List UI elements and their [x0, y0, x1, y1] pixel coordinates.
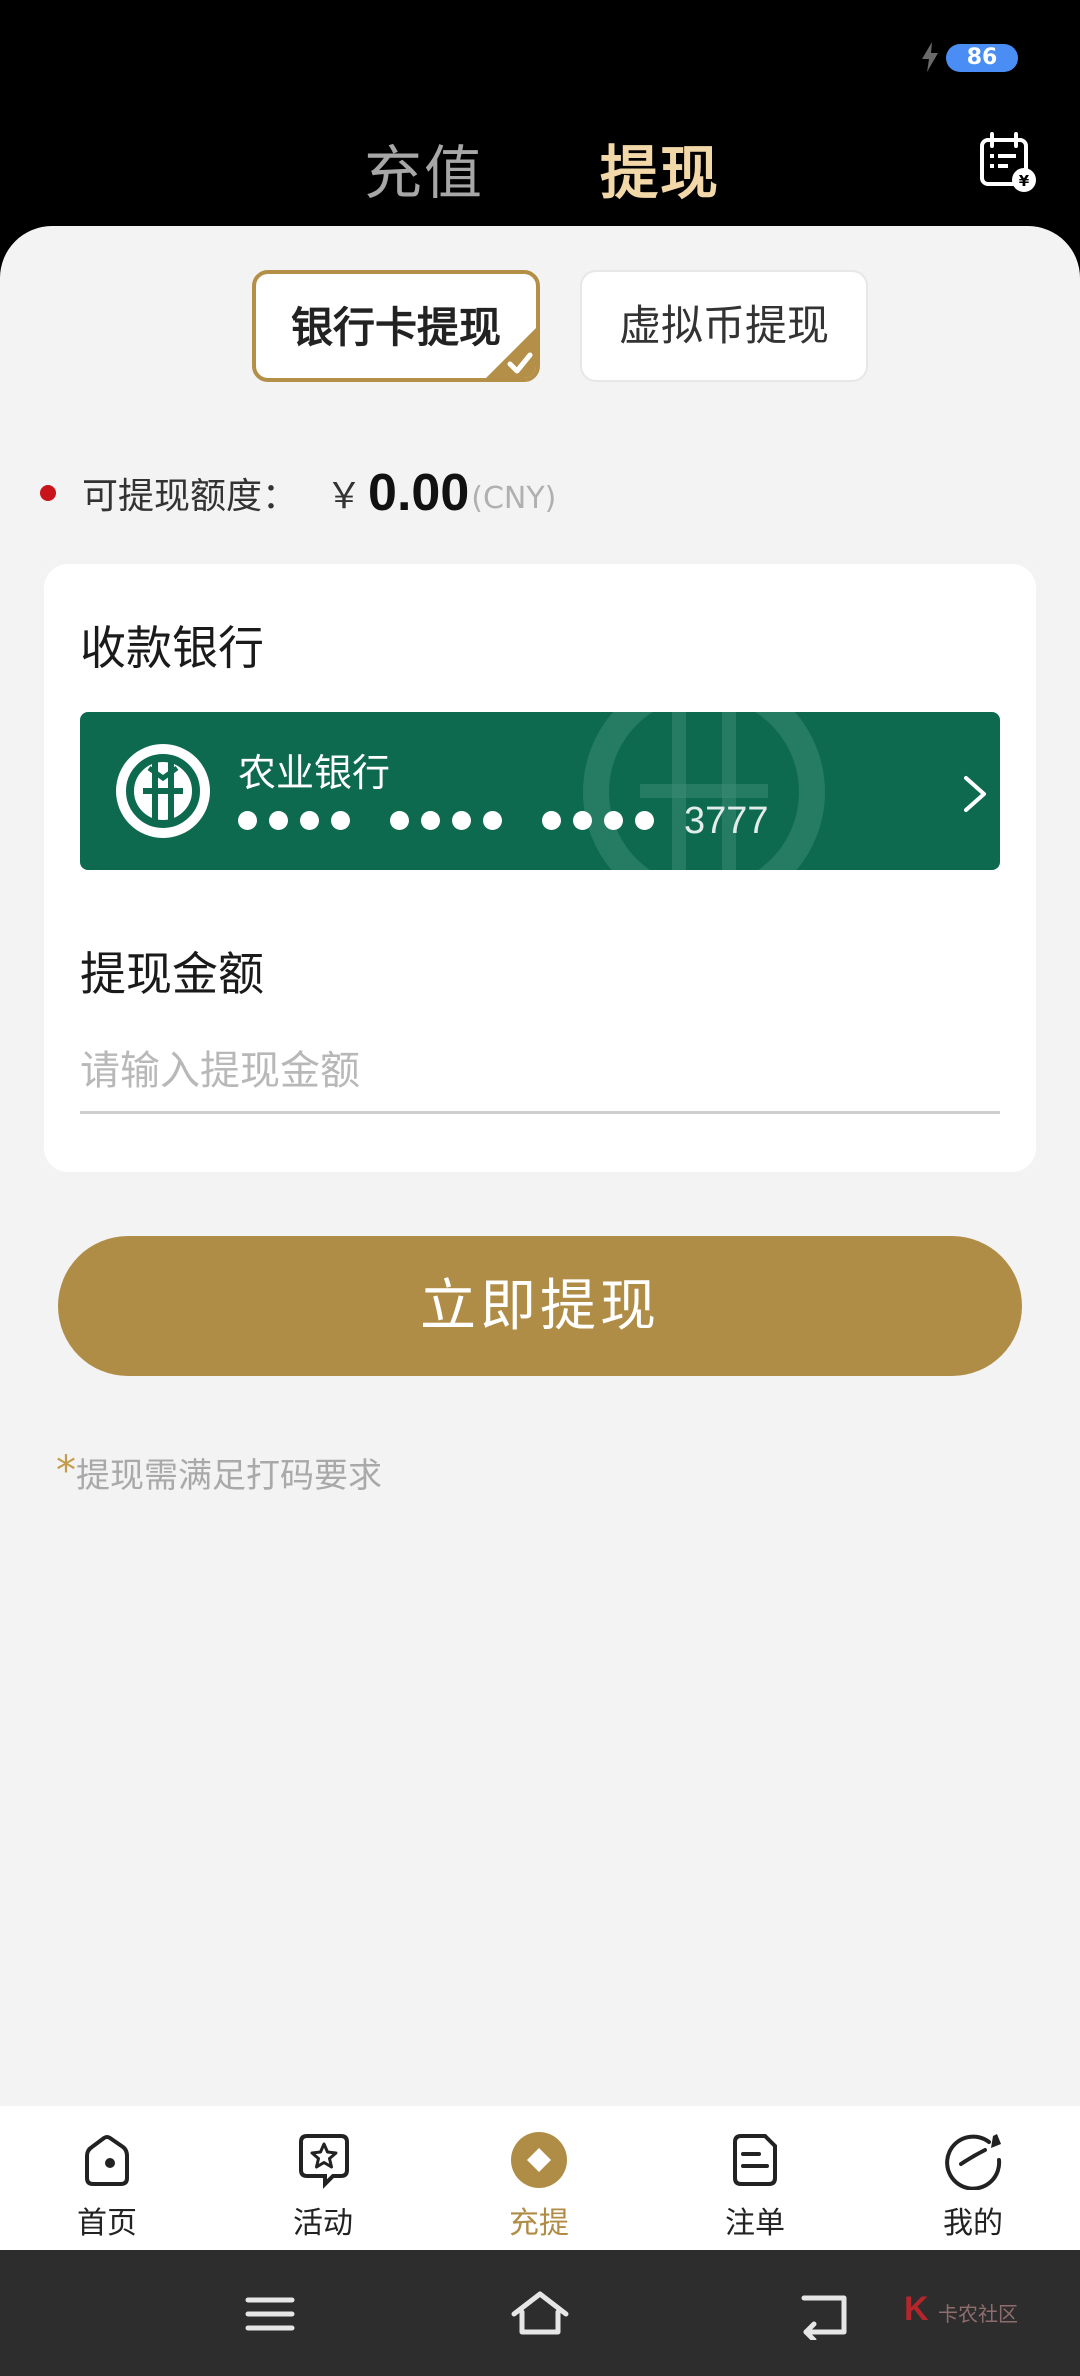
records-calendar-icon[interactable]: ¥ [978, 132, 1038, 194]
withdraw-form-card: 收款银行 农业银行 3777 提现金额 请输入提现金额 [44, 564, 1036, 1172]
home-icon [85, 2135, 129, 2186]
tab-activities-label: 活动 [293, 2206, 353, 2241]
withdraw-requirement-note: *提现需满足打码要求 [56, 1448, 382, 1497]
charging-icon [922, 42, 938, 72]
chevron-right-icon [964, 776, 986, 812]
withdraw-amount-input[interactable] [80, 1030, 1000, 1114]
withdrawable-quota: 可提现额度： ￥ 0.00 (CNY) [40, 458, 556, 528]
tab-profile[interactable]: 我的 [908, 2130, 1038, 2242]
back-icon[interactable] [796, 2288, 856, 2340]
bank-name: 农业银行 [238, 751, 391, 795]
masked-card-number [238, 808, 694, 832]
watermark-logo: K [904, 2290, 929, 2328]
header: 充值 提现 ¥ [0, 110, 1080, 230]
quota-dot [40, 485, 56, 501]
tab-home[interactable]: 首页 [42, 2130, 172, 2242]
tab-recharge[interactable]: 充值 [364, 126, 484, 210]
profile-icon [945, 2134, 1002, 2190]
tab-deposit-withdraw[interactable]: 充提 [474, 2130, 604, 2242]
watermark-text: 卡农社区 [938, 2302, 1018, 2326]
battery-level: 86 [946, 44, 1018, 72]
svg-text:¥: ¥ [1019, 172, 1030, 190]
system-navbar: K 卡农社区 [0, 2250, 1080, 2376]
quota-amount: 0.00 [368, 464, 470, 522]
tab-home-label: 首页 [77, 2206, 137, 2241]
quota-currency: ￥ [326, 476, 363, 517]
home-nav-icon[interactable] [510, 2288, 570, 2340]
status-bar: 86 [0, 0, 1080, 110]
coin-icon [511, 2132, 567, 2188]
bank-card-withdraw-option[interactable]: 银行卡提现 [252, 270, 540, 382]
note-text: 提现需满足打码要求 [76, 1456, 382, 1496]
document-icon [733, 2134, 777, 2186]
card-last-four: 3777 [684, 800, 769, 842]
star-badge-icon [299, 2134, 349, 2189]
tab-withdraw[interactable]: 提现 [600, 126, 720, 210]
quota-label: 可提现额度： [82, 476, 299, 517]
tab-deposit-withdraw-label: 充提 [509, 2206, 569, 2241]
tab-bets-label: 注单 [725, 2206, 785, 2241]
bank-card-withdraw-label: 银行卡提现 [290, 303, 501, 352]
receiving-bank-title: 收款银行 [80, 621, 264, 675]
withdraw-now-button[interactable]: 立即提现 [58, 1236, 1022, 1376]
tab-profile-label: 我的 [943, 2206, 1003, 2241]
crypto-withdraw-option[interactable]: 虚拟币提现 [580, 270, 868, 382]
bank-card-selector[interactable]: 农业银行 3777 [80, 712, 1000, 870]
tab-bets[interactable]: 注单 [690, 2130, 820, 2242]
crypto-withdraw-label: 虚拟币提现 [618, 301, 829, 350]
menu-icon[interactable] [240, 2288, 300, 2340]
selected-check-icon [486, 328, 536, 378]
quota-unit: (CNY) [471, 480, 557, 516]
bank-watermark-icon [583, 712, 825, 870]
bottom-tabbar: 首页 活动 充提 注单 我的 [0, 2106, 1080, 2250]
note-asterisk: * [56, 1448, 76, 1494]
withdraw-amount-title: 提现金额 [80, 947, 264, 1001]
tab-activities[interactable]: 活动 [258, 2130, 388, 2242]
main-sheet: 银行卡提现 虚拟币提现 可提现额度： ￥ 0.00 (CNY) 收款银行 农业银… [0, 226, 1080, 2106]
agricultural-bank-logo-icon [116, 744, 210, 838]
